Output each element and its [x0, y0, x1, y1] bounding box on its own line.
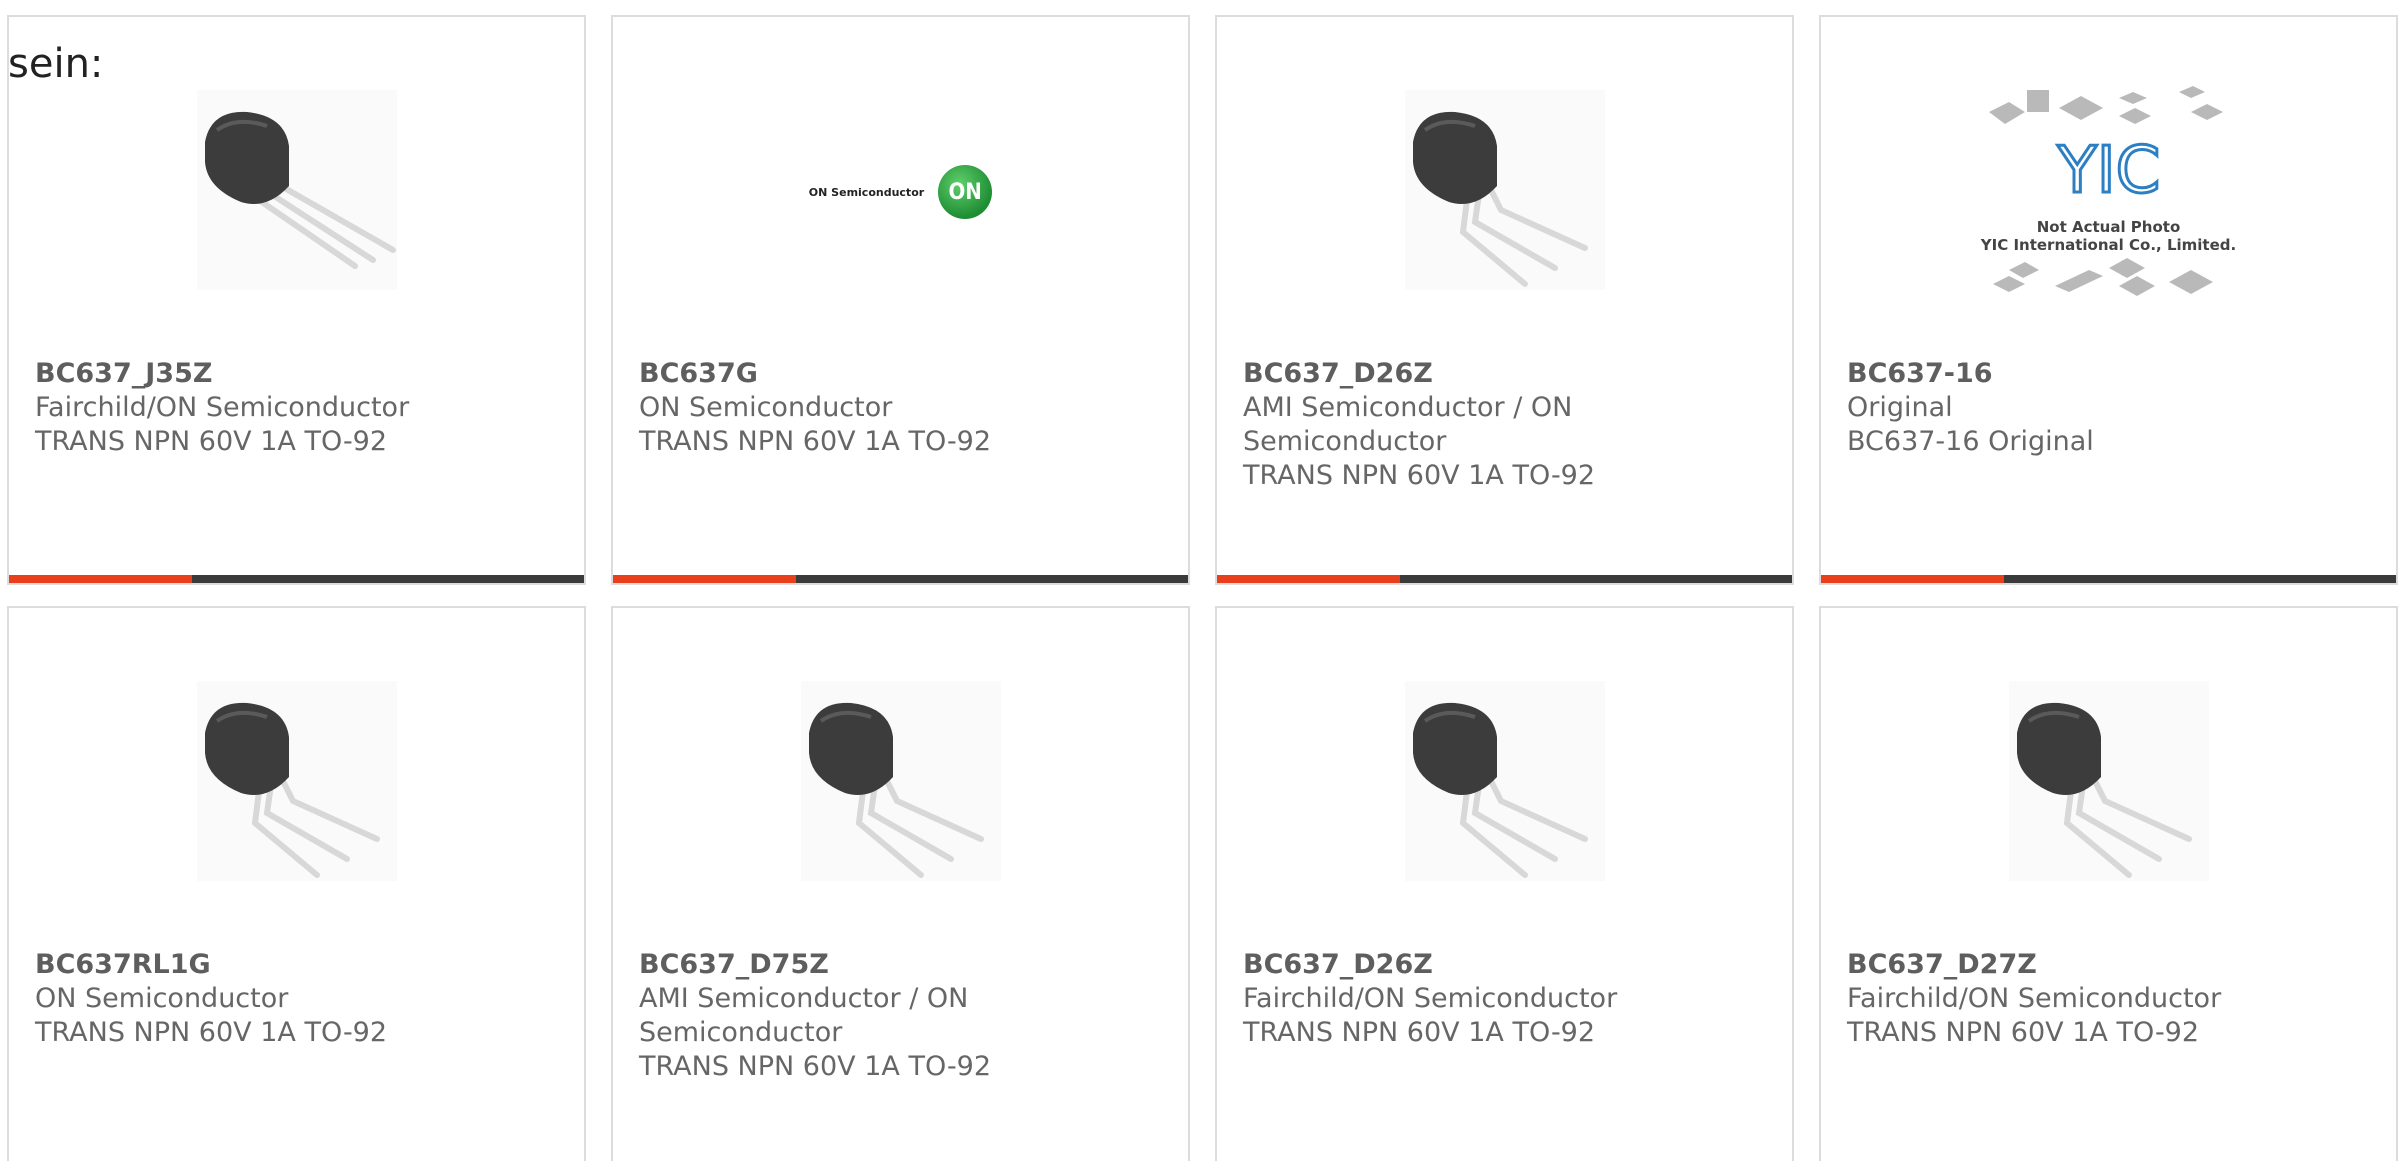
yic-caption-line-2: YIC International Co., Limited. — [1980, 236, 2237, 254]
manufacturer: ON Semiconductor — [35, 983, 289, 1014]
product-image[interactable] — [9, 668, 584, 898]
description: TRANS NPN 60V 1A TO-92 — [35, 426, 388, 457]
product-info: BC637_D27Z Fairchild/ON Semiconductor TRAN… — [1847, 948, 2378, 1050]
manufacturer-continued: Semiconductor — [1243, 426, 1447, 457]
chip-packages-icon: YIC — [1988, 86, 2223, 296]
manufacturer: Original — [1847, 392, 1953, 423]
product-info: BC637-16 Original BC637-16 Original — [1847, 357, 2378, 459]
on-badge-icon: ON — [938, 165, 993, 219]
yic-mark: YIC — [2056, 134, 2160, 208]
page: sein: BC637_J35Z Fairchild/ON Semiconduct… — [0, 0, 2400, 1161]
manufacturer: AMI Semiconductor / ON — [639, 983, 969, 1014]
part-number-link[interactable]: BC637_D27Z — [1847, 948, 2378, 982]
on-semiconductor-logo: ON Semiconductor ON — [808, 165, 993, 219]
product-image[interactable]: YIC Not Actual Photo YIC International Co.… — [1821, 77, 2396, 307]
product-card[interactable]: BC637_D26Z AMI Semiconductor / ON Semicond… — [1215, 15, 1794, 585]
transistor-photo — [2008, 681, 2209, 885]
product-card[interactable]: ON Semiconductor ON BC637G ON Semiconductor… — [611, 15, 1190, 585]
product-info: BC637G ON Semiconductor TRANS NPN 60V 1A T… — [639, 357, 1170, 459]
manufacturer-continued: Semiconductor — [639, 1017, 843, 1048]
manufacturer: Fairchild/ON Semiconductor — [35, 392, 410, 423]
description: TRANS NPN 60V 1A TO-92 — [35, 1017, 388, 1048]
card-bottom-bar — [1821, 575, 2396, 583]
part-number-link[interactable]: BC637_D26Z — [1243, 357, 1774, 391]
card-bar-accent — [1217, 575, 1400, 583]
manufacturer: ON Semiconductor — [639, 392, 893, 423]
card-bottom-bar — [9, 575, 584, 583]
card-bar-accent — [613, 575, 796, 583]
part-number-link[interactable]: BC637RL1G — [35, 948, 566, 982]
manufacturer: Fairchild/ON Semiconductor — [1243, 983, 1618, 1014]
product-image[interactable]: ON Semiconductor ON — [613, 77, 1188, 307]
manufacturer: AMI Semiconductor / ON — [1243, 392, 1573, 423]
card-bottom-bar — [1217, 575, 1792, 583]
transistor-photo — [196, 90, 397, 294]
part-number-link[interactable]: BC637_D26Z — [1243, 948, 1774, 982]
product-card[interactable]: BC637_D27Z Fairchild/ON Semiconductor TRAN… — [1819, 606, 2398, 1161]
description: TRANS NPN 60V 1A TO-92 — [1847, 1017, 2200, 1048]
manufacturer: Fairchild/ON Semiconductor — [1847, 983, 2222, 1014]
yic-placeholder-image: YIC Not Actual Photo YIC International Co.… — [1969, 72, 2249, 312]
part-number-link[interactable]: BC637_D75Z — [639, 948, 1170, 982]
product-info: BC637_D26Z AMI Semiconductor / ON Semicond… — [1243, 357, 1774, 493]
product-image[interactable] — [1217, 77, 1792, 307]
product-image[interactable] — [1217, 668, 1792, 898]
product-image[interactable] — [9, 77, 584, 307]
product-card[interactable]: YIC Not Actual Photo YIC International Co.… — [1819, 15, 2398, 585]
description: TRANS NPN 60V 1A TO-92 — [1243, 1017, 1596, 1048]
transistor-photo — [1404, 681, 1605, 885]
product-card[interactable]: BC637RL1G ON Semiconductor TRANS NPN 60V 1… — [7, 606, 586, 1161]
yic-caption-line-1: Not Actual Photo — [2036, 218, 2181, 236]
transistor-photo — [1404, 90, 1605, 294]
product-info: BC637_D26Z Fairchild/ON Semiconductor TRAN… — [1243, 948, 1774, 1050]
card-bottom-bar — [613, 575, 1188, 583]
product-card[interactable]: BC637_J35Z Fairchild/ON Semiconductor TRAN… — [7, 15, 586, 585]
yic-caption: Not Actual Photo YIC International Co., L… — [1969, 218, 2249, 254]
part-number-link[interactable]: BC637G — [639, 357, 1170, 391]
part-number-link[interactable]: BC637-16 — [1847, 357, 2378, 391]
product-info: BC637_J35Z Fairchild/ON Semiconductor TRAN… — [35, 357, 566, 459]
transistor-photo — [800, 681, 1001, 885]
product-info: BC637RL1G ON Semiconductor TRANS NPN 60V 1… — [35, 948, 566, 1050]
product-image[interactable] — [1821, 668, 2396, 898]
product-card[interactable]: BC637_D75Z AMI Semiconductor / ON Semicond… — [611, 606, 1190, 1161]
description: TRANS NPN 60V 1A TO-92 — [639, 426, 992, 457]
description: BC637-16 Original — [1847, 426, 2094, 457]
product-card[interactable]: BC637_D26Z Fairchild/ON Semiconductor TRAN… — [1215, 606, 1794, 1161]
card-bar-accent — [1821, 575, 2004, 583]
part-number-link[interactable]: BC637_J35Z — [35, 357, 566, 391]
description: TRANS NPN 60V 1A TO-92 — [1243, 460, 1596, 491]
logo-wordmark: ON Semiconductor — [808, 185, 925, 199]
card-bar-accent — [9, 575, 192, 583]
product-image[interactable] — [613, 668, 1188, 898]
product-info: BC637_D75Z AMI Semiconductor / ON Semicond… — [639, 948, 1170, 1084]
transistor-photo — [196, 681, 397, 885]
description: TRANS NPN 60V 1A TO-92 — [639, 1051, 992, 1082]
intro-text: sein: — [8, 41, 104, 87]
